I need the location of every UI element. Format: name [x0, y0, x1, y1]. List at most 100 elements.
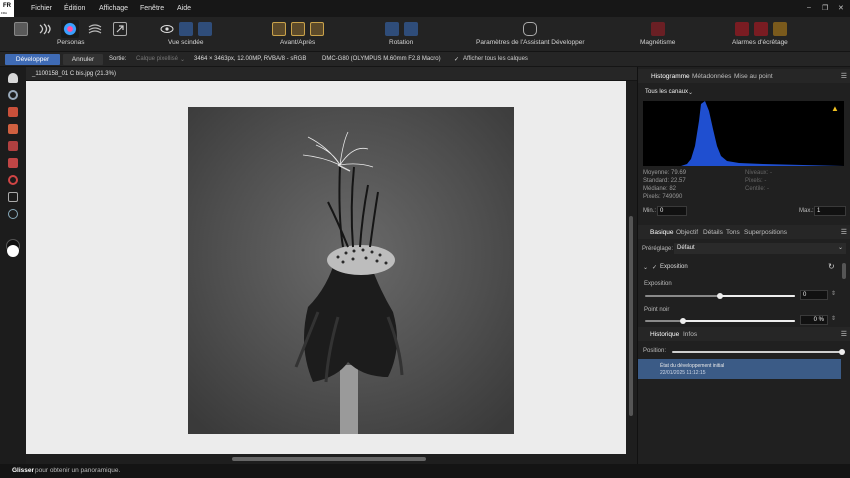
- canvas-area[interactable]: [26, 81, 626, 454]
- tab-focus[interactable]: Mise au point: [734, 73, 773, 80]
- menu-bar: FR FRA Fichier Édition Affichage Fenêtre…: [0, 0, 850, 19]
- gradient-overlay-tool-icon[interactable]: [8, 175, 18, 185]
- history-position-knob[interactable]: [839, 349, 845, 355]
- menu-aide[interactable]: Aide: [177, 5, 191, 12]
- document-tab[interactable]: _1100158_01 C bis.jpg (21.3%): [26, 67, 637, 81]
- after-icon[interactable]: [291, 22, 305, 36]
- tools-panel: [0, 67, 26, 464]
- show-layers-checkbox[interactable]: ✓: [454, 56, 459, 63]
- horizontal-scroll-thumb[interactable]: [232, 457, 426, 461]
- black-point-slider-knob[interactable]: [679, 318, 686, 324]
- close-icon[interactable]: ✕: [838, 4, 844, 12]
- tab-histogram[interactable]: Histogramme: [651, 73, 690, 80]
- photo-image: [188, 107, 514, 434]
- rotate-right-icon[interactable]: [404, 22, 418, 36]
- blemish-tool-icon[interactable]: [8, 124, 18, 134]
- exposure-input[interactable]: 0: [800, 290, 828, 300]
- main-toolbar: Personas Vue scindée Avant/Après Rotatio…: [0, 17, 850, 52]
- menu-affichage[interactable]: Affichage: [99, 5, 128, 12]
- max-input[interactable]: 1: [814, 206, 846, 216]
- black-point-input[interactable]: 0 %: [800, 315, 828, 325]
- minimize-icon[interactable]: –: [807, 4, 811, 11]
- rotation-label: Rotation: [389, 39, 414, 46]
- stat-percentile: Centile: -: [745, 186, 770, 192]
- overlay-erase-tool-icon[interactable]: [8, 158, 18, 168]
- tab-tones[interactable]: Tons: [726, 229, 740, 236]
- exposure-enable-checkbox[interactable]: ✓: [652, 264, 657, 271]
- history-entry-date: 22/01/2025 11:12:15: [660, 370, 706, 376]
- tone-mapping-persona-icon[interactable]: [88, 22, 102, 36]
- tab-history[interactable]: Historique: [650, 331, 679, 338]
- stat-std: Standard: 22.57: [643, 178, 686, 184]
- zoom-tool-icon[interactable]: [8, 90, 18, 100]
- before-icon[interactable]: [272, 22, 286, 36]
- primary-color-swatch[interactable]: [7, 245, 19, 257]
- chevron-down-icon[interactable]: ⌄: [688, 89, 693, 96]
- menu-fenetre[interactable]: Fenêtre: [140, 5, 164, 12]
- photo-persona-icon[interactable]: [14, 22, 28, 36]
- channel-select[interactable]: Tous les canaux: [645, 89, 688, 95]
- menu-fichier[interactable]: Fichier: [31, 5, 52, 12]
- panel-scroll-thumb[interactable]: [842, 263, 846, 279]
- develop-persona-icon[interactable]: [61, 20, 79, 38]
- preset-select[interactable]: Défaut ⌄: [674, 243, 846, 254]
- clip-highlights-icon[interactable]: [754, 22, 768, 36]
- output-select[interactable]: Calque pixellisé: [136, 56, 178, 62]
- tab-info[interactable]: Infos: [683, 331, 697, 338]
- status-text: pour obtenir un panoramique.: [35, 467, 121, 474]
- stat-pixels: Pixels: 749090: [643, 194, 683, 200]
- hand-tool-icon[interactable]: [8, 73, 18, 83]
- assistant-icon[interactable]: [523, 22, 537, 36]
- menu-edition[interactable]: Édition: [64, 5, 85, 12]
- history-tabs: Historique Infos ☰: [638, 327, 850, 341]
- tab-basic[interactable]: Basique: [650, 229, 674, 236]
- horizontal-scrollbar[interactable]: [26, 454, 626, 464]
- show-layers-label: Afficher tous les calques: [463, 56, 528, 62]
- develop-button[interactable]: Développer: [5, 54, 60, 65]
- tab-metadata[interactable]: Métadonnées: [692, 73, 731, 80]
- mirror-view-icon[interactable]: [198, 22, 212, 36]
- collapse-chevron-icon[interactable]: ⌄: [643, 264, 648, 271]
- min-input[interactable]: 0: [657, 206, 687, 216]
- panel-menu-icon[interactable]: ☰: [841, 72, 847, 80]
- history-position-slider[interactable]: [672, 351, 842, 353]
- swap-icon[interactable]: [310, 22, 324, 36]
- exposure-slider-knob[interactable]: [717, 293, 723, 299]
- panel-menu-icon[interactable]: ☰: [841, 228, 847, 236]
- preset-value: Défaut: [677, 245, 695, 251]
- warning-icon[interactable]: ▲: [831, 104, 839, 113]
- vertical-scrollbar[interactable]: [626, 81, 637, 454]
- vertical-scroll-thumb[interactable]: [629, 216, 633, 416]
- panel-menu-icon[interactable]: ☰: [841, 330, 847, 338]
- clip-tones-icon[interactable]: [773, 22, 787, 36]
- crop-tool-icon[interactable]: [8, 192, 18, 202]
- context-toolbar: Développer Annuler Sortie: Calque pixell…: [0, 52, 850, 67]
- black-point-stepper[interactable]: ⇕: [831, 315, 836, 322]
- overlay-paint-tool-icon[interactable]: [8, 141, 18, 151]
- black-point-label: Point noir: [644, 307, 670, 313]
- rotate-left-icon[interactable]: [385, 22, 399, 36]
- exposure-stepper[interactable]: ⇕: [831, 290, 836, 297]
- red-eye-tool-icon[interactable]: [8, 107, 18, 117]
- white-balance-tool-icon[interactable]: [8, 209, 18, 219]
- split-view-icon[interactable]: [179, 22, 193, 36]
- clip-shadows-icon[interactable]: [735, 22, 749, 36]
- cancel-button[interactable]: Annuler: [63, 54, 103, 65]
- chevron-down-icon[interactable]: ⌄: [180, 56, 185, 63]
- reset-icon[interactable]: ↻: [828, 262, 835, 271]
- clipping-label: Alarmes d'écrêtage: [732, 39, 788, 46]
- tab-overlays[interactable]: Superpositions: [744, 229, 787, 236]
- tab-details[interactable]: Détails: [703, 229, 723, 236]
- magnetism-icon[interactable]: [651, 22, 665, 36]
- liquify-persona-icon[interactable]: [38, 22, 52, 36]
- view-eye-icon[interactable]: [160, 22, 174, 36]
- exposure-slider-fill: [720, 295, 795, 297]
- history-entry[interactable]: État du développement initial 22/01/2025…: [638, 359, 841, 379]
- tab-lens[interactable]: Objectif: [676, 229, 698, 236]
- output-label: Sortie:: [109, 56, 127, 62]
- max-label: Max.:: [799, 208, 814, 214]
- chevron-down-icon: ⌄: [838, 245, 844, 251]
- restore-icon[interactable]: ❐: [822, 4, 828, 12]
- min-label: Min.:: [643, 208, 657, 214]
- export-persona-icon[interactable]: [113, 22, 127, 36]
